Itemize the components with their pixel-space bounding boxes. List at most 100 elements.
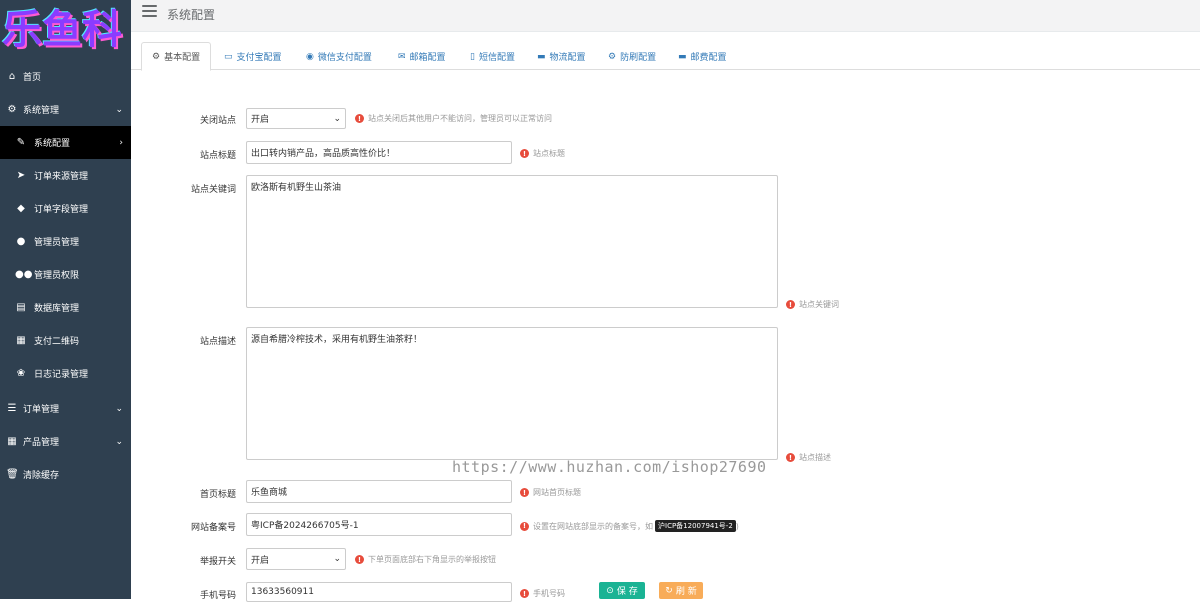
refresh-button[interactable]: ↻ 刷 新 <box>659 582 703 599</box>
hint-text: 站点关闭后其他用户不能访问，管理员可以正常访问 <box>368 114 552 123</box>
chevron-down-icon: ⌄ <box>333 113 341 124</box>
site-desc-label: 站点描述 <box>199 337 236 347</box>
tab-label: 微信支付配置 <box>317 53 372 63</box>
sidebar-item-admin-perms[interactable]: ●● 管理员权限 <box>0 258 131 291</box>
hint-text: 网站首页标题 <box>533 488 581 497</box>
phone-label: 手机号码 <box>199 591 236 601</box>
tab-label: 邮费配置 <box>690 53 727 63</box>
sidebar-item-orders[interactable]: ☰ 订单管理 ⌄ <box>0 392 131 425</box>
top-bar: 系统配置 <box>131 0 1200 32</box>
tab-postage[interactable]: ▬ 邮费配置 <box>668 42 737 71</box>
textarea-value[interactable]: 源自希腊冷榨技术，采用有机野生油茶籽！ <box>251 332 773 455</box>
hint-text: 站点描述 <box>799 453 831 462</box>
cogs-icon: ⚙ <box>152 51 161 62</box>
tab-alipay[interactable]: ▭ 支付宝配置 <box>214 42 292 71</box>
warning-icon: ! <box>786 300 795 309</box>
sidebar-item-logs[interactable]: ❀ 日志记录管理 <box>0 357 131 390</box>
gear-icon: ⚙ <box>608 51 617 62</box>
sidebar: 乐鱼科 ⌂ 首页 ⚙ 系统管理 ⌄ ✎ 系统配置 › ➤ 订单来源管理 ◆ 订单… <box>0 0 131 599</box>
close-site-hint: ! 站点关闭后其他用户不能访问，管理员可以正常访问 <box>355 113 552 124</box>
sidebar-item-order-fields[interactable]: ◆ 订单字段管理 <box>0 192 131 225</box>
sidebar-item-label: 首页 <box>23 73 42 83</box>
phone-hint: ! 手机号码 <box>520 588 565 599</box>
input-value: 粤ICP备2024266705号-1 <box>251 521 359 531</box>
chevron-down-icon: ⌄ <box>115 436 123 447</box>
hint-tail: ) <box>735 521 739 531</box>
report-switch-hint: ! 下单页面底部右下角显示的举报按钮 <box>355 554 496 565</box>
sidebar-item-clear-cache[interactable]: 🗑 清除缓存 <box>0 458 131 491</box>
home-title-label: 首页标题 <box>199 490 236 500</box>
close-site-select[interactable]: 开启 ⌄ <box>246 108 346 129</box>
list-icon: ☰ <box>7 403 17 414</box>
sidebar-item-label: 系统管理 <box>23 106 60 116</box>
report-switch-select[interactable]: 开启 ⌄ <box>246 548 346 570</box>
sidebar-item-label: 管理员权限 <box>34 271 80 281</box>
qrcode-icon: ▦ <box>16 335 26 346</box>
select-value: 开启 <box>251 555 270 566</box>
sidebar-item-label: 系统配置 <box>34 139 71 149</box>
sidebar-item-system-config[interactable]: ✎ 系统配置 › <box>0 126 131 159</box>
hamburger-menu-icon[interactable] <box>142 5 157 19</box>
sidebar-item-admins[interactable]: ● 管理员管理 <box>0 225 131 258</box>
sidebar-item-home[interactable]: ⌂ 首页 <box>0 60 131 93</box>
report-switch-label: 举报开关 <box>199 557 236 567</box>
tab-label: 基本配置 <box>164 53 201 63</box>
site-desc-textarea[interactable]: 源自希腊冷榨技术，采用有机野生油茶籽！ <box>246 327 778 460</box>
site-keywords-label: 站点关键词 <box>190 185 236 195</box>
sidebar-item-label: 日志记录管理 <box>34 370 89 380</box>
tab-sms[interactable]: ▯ 短信配置 <box>460 42 525 71</box>
paw-icon: ❀ <box>16 368 26 379</box>
phone-input[interactable]: 13633560911 <box>246 582 512 602</box>
input-value: 乐鱼商城 <box>251 488 288 498</box>
home-icon: ⌂ <box>8 71 16 82</box>
tab-anti-spam[interactable]: ⚙ 防刷配置 <box>598 42 666 71</box>
truck-icon: ▬ <box>537 51 546 62</box>
tab-basic[interactable]: ⚙ 基本配置 <box>141 42 212 71</box>
sidebar-item-database[interactable]: ▤ 数据库管理 <box>0 291 131 324</box>
sidebar-item-system[interactable]: ⚙ 系统管理 ⌄ <box>0 93 131 126</box>
input-value: 13633560911 <box>251 587 314 597</box>
chevron-down-icon: ⌄ <box>115 403 123 414</box>
save-button[interactable]: ⊙ 保 存 <box>599 582 645 599</box>
warning-icon: ! <box>355 555 364 564</box>
tags-icon: ◆ <box>17 203 25 214</box>
sidebar-item-order-source[interactable]: ➤ 订单来源管理 <box>0 159 131 192</box>
tab-wechat-pay[interactable]: ◉ 微信支付配置 <box>296 42 382 71</box>
site-keywords-textarea[interactable]: 欧洛斯有机野生山茶油 <box>246 175 778 308</box>
logo-text: 乐鱼科 <box>2 7 122 53</box>
warning-icon: ! <box>355 114 364 123</box>
mobile-icon: ▯ <box>470 51 475 62</box>
hint-text: 站点标题 <box>533 149 565 158</box>
warning-icon: ! <box>520 149 529 158</box>
wechat-icon: ◉ <box>306 51 314 62</box>
chevron-down-icon: ⌄ <box>333 554 341 564</box>
location-arrow-icon: ➤ <box>16 170 26 181</box>
sidebar-item-label: 订单字段管理 <box>34 205 89 215</box>
icp-input[interactable]: 粤ICP备2024266705号-1 <box>246 513 512 536</box>
sidebar-item-products[interactable]: ▦ 产品管理 ⌄ <box>0 425 131 458</box>
tab-logistics[interactable]: ▬ 物流配置 <box>527 42 596 71</box>
site-title-input[interactable]: 出口转内销产品，高品质高性价比！ <box>246 141 512 164</box>
sidebar-item-label: 支付二维码 <box>34 337 80 347</box>
tab-label: 物流配置 <box>549 53 586 63</box>
textarea-value[interactable]: 欧洛斯有机野生山茶油 <box>251 180 773 303</box>
home-title-input[interactable]: 乐鱼商城 <box>246 480 512 503</box>
sidebar-item-label: 清除缓存 <box>23 471 60 481</box>
users-icon: ●● <box>15 269 33 280</box>
sidebar-item-label: 产品管理 <box>23 438 60 448</box>
tab-email[interactable]: ✉ 邮箱配置 <box>388 42 456 71</box>
site-title-label: 站点标题 <box>199 151 236 161</box>
site-title-hint: ! 站点标题 <box>520 148 565 159</box>
page-title: 系统配置 <box>167 8 216 22</box>
tab-label: 支付宝配置 <box>236 53 282 63</box>
sidebar-item-pay-qr[interactable]: ▦ 支付二维码 <box>0 324 131 357</box>
sidebar-item-label: 订单来源管理 <box>34 172 89 182</box>
warning-icon: ! <box>520 488 529 497</box>
site-desc-hint: ! 站点描述 <box>786 452 831 463</box>
sidebar-item-label: 数据库管理 <box>34 304 80 314</box>
check-circle-icon: ⊙ <box>606 585 614 596</box>
hint-text: 下单页面底部右下角显示的举报按钮 <box>368 555 496 564</box>
credit-card-icon: ▭ <box>224 51 233 62</box>
warning-icon: ! <box>520 521 529 531</box>
sidebar-item-label: 管理员管理 <box>34 238 80 248</box>
